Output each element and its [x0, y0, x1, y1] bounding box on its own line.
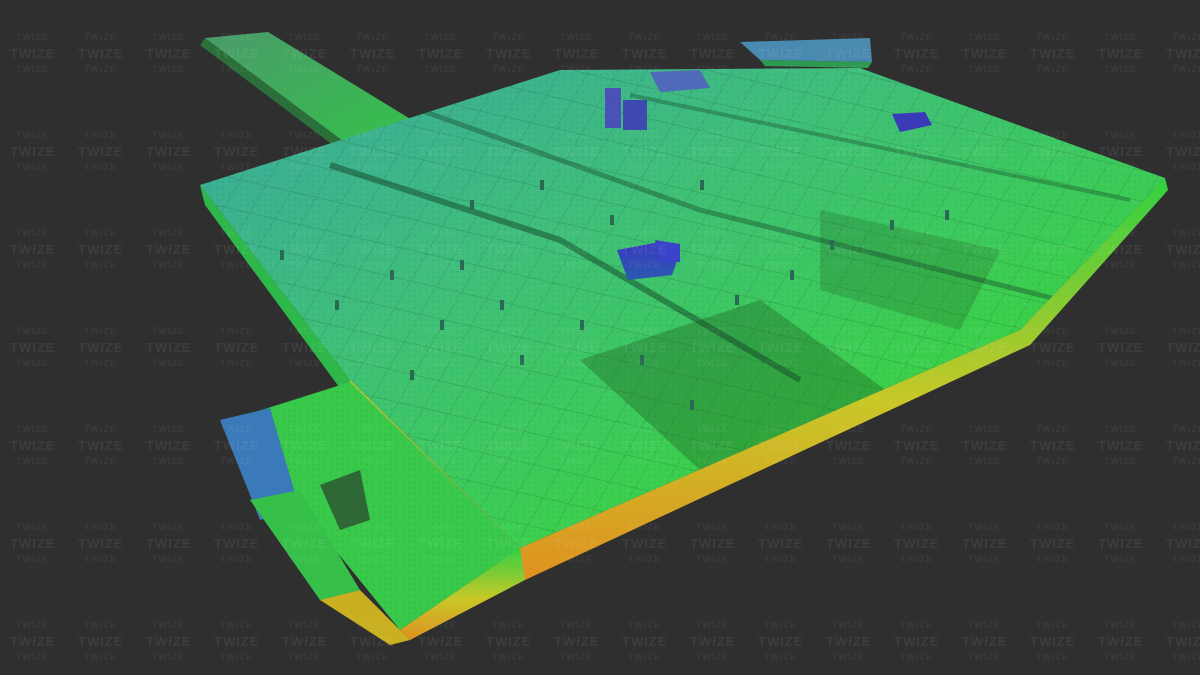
walkway-northeast: [740, 38, 872, 68]
viewport: TWIZE TWIZE TWIZE TWIZE TWIZE TWIZE TWIZE TWIZE…: [0, 0, 1200, 675]
point-cloud-scene: [200, 32, 1168, 645]
rooftop-unit-north: [650, 70, 710, 92]
